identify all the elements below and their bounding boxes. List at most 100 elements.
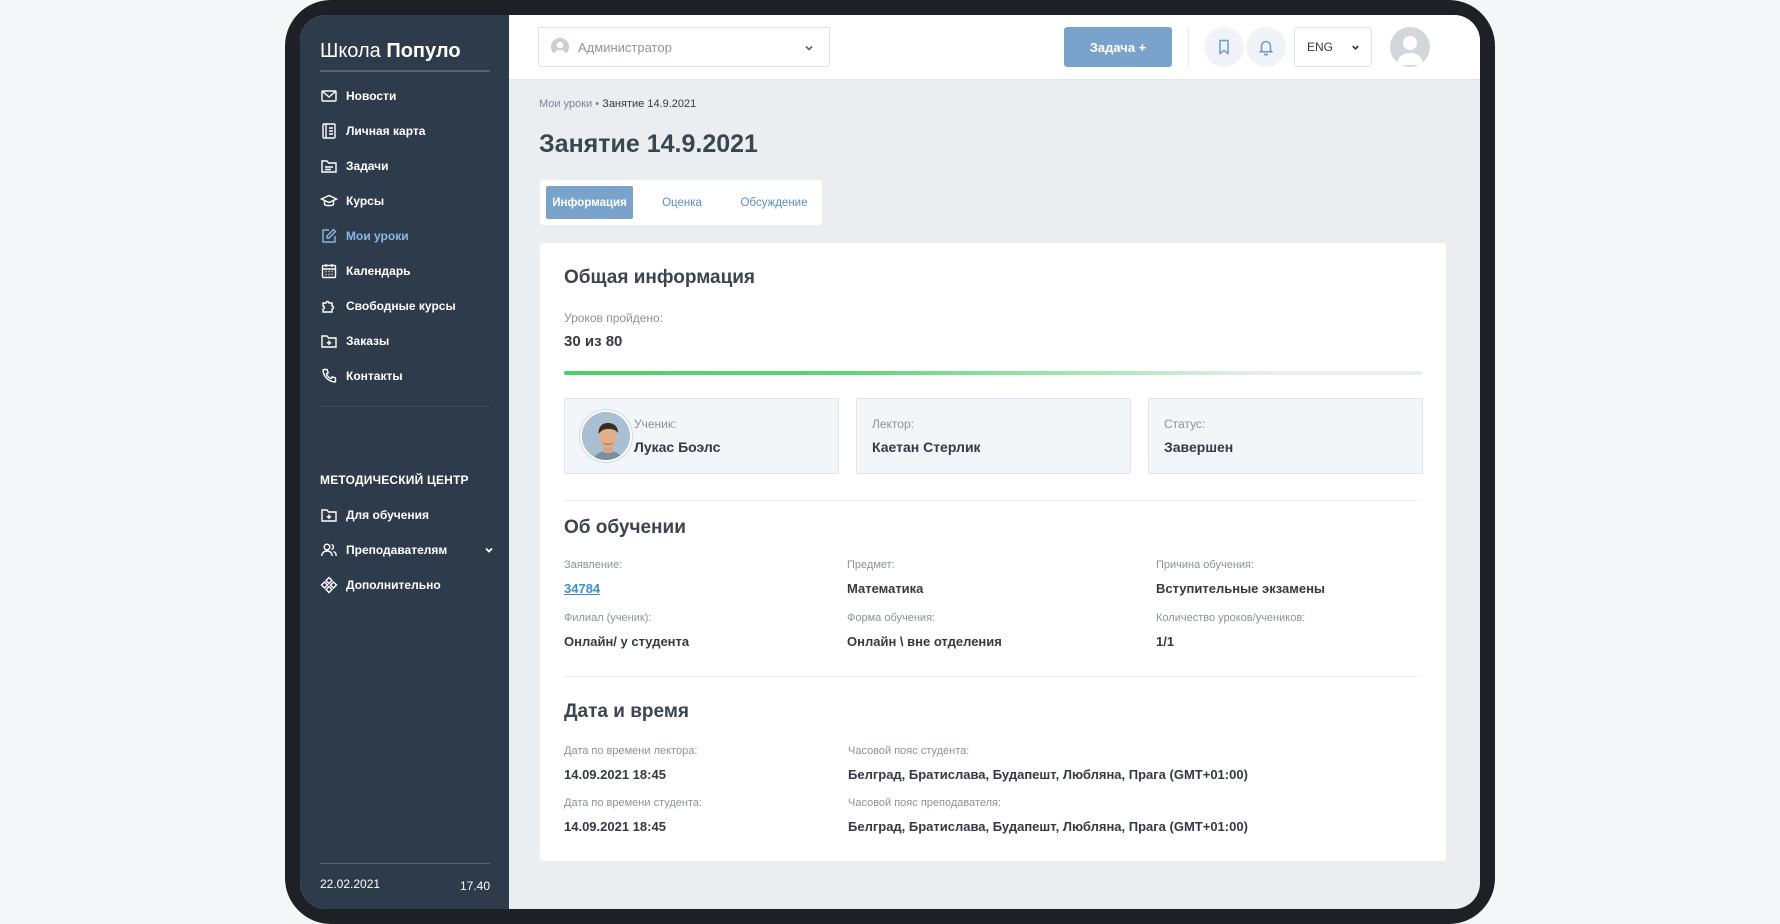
tab-grade[interactable]: Оценка: [644, 186, 720, 219]
bookmark-button[interactable]: [1204, 27, 1244, 67]
sidebar-section-title: МЕТОДИЧЕСКИЙ ЦЕНТР: [320, 473, 469, 487]
chevron-down-icon: [1352, 45, 1359, 51]
folder-plus-icon: [321, 509, 337, 522]
teacher-timezone-value: Белград, Братислава, Будапешт, Любляна, …: [848, 819, 1248, 834]
student-name: Лукас Боэлс: [634, 439, 721, 455]
tab-discussion[interactable]: Обсуждение: [732, 186, 816, 219]
notifications-button[interactable]: [1246, 27, 1286, 67]
sidebar-item-contacts[interactable]: Контакты: [320, 361, 495, 391]
sidebar-item-label: Контакты: [346, 369, 403, 383]
sidebar-item-tasks[interactable]: Задачи: [320, 151, 495, 181]
about-title: Об обучении: [564, 517, 686, 538]
mail-icon: [321, 90, 337, 102]
sidebar-item-for-teachers[interactable]: Преподавателям: [320, 535, 495, 565]
sidebar-item-label: Календарь: [346, 264, 411, 278]
sidebar-item-calendar[interactable]: Календарь: [320, 256, 495, 286]
lessons-passed-label: Уроков пройдено:: [564, 311, 664, 325]
status-value: Завершен: [1164, 439, 1234, 455]
phone-icon: [322, 368, 337, 383]
tabs: Информация Оценка Обсуждение: [540, 180, 822, 225]
id-card-icon: [322, 123, 336, 139]
section-divider: [564, 676, 1422, 677]
sidebar-item-label: Для обучения: [346, 508, 430, 522]
lesson-card: Общая информация Уроков пройдено: 30 из …: [540, 243, 1446, 861]
breadcrumb: Мои уроки • Занятие 14.9.2021: [539, 98, 696, 110]
sidebar-item-label: Дополнительно: [346, 578, 441, 592]
sidebar-item-free-courses[interactable]: Свободные курсы: [320, 291, 495, 321]
status-box: Статус: Завершен: [1148, 398, 1423, 474]
folder-icon: [321, 160, 337, 173]
lecturer-label: Лектор:: [872, 417, 914, 431]
application-number[interactable]: 34784: [564, 581, 600, 596]
lessons-passed-value: 30 из 80: [564, 333, 623, 350]
student-timezone-value: Белград, Братислава, Будапешт, Любляна, …: [848, 767, 1248, 782]
sidebar-divider: [320, 406, 490, 407]
teacher-timezone-label: Часовой пояс преподавателя:: [848, 797, 1002, 809]
puzzle-icon: [322, 300, 335, 313]
sidebar-item-news[interactable]: Новости: [320, 81, 495, 111]
users-icon: [321, 543, 337, 557]
lecturer-name: Каетан Стерлик: [872, 439, 981, 455]
logo-regular: Школа: [320, 40, 381, 62]
subject-value: Математика: [847, 581, 924, 596]
student-date-value: 14.09.2021 18:45: [564, 819, 666, 834]
sidebar-divider: [320, 863, 490, 864]
reason-label: Причина обучения:: [1156, 559, 1255, 571]
sidebar-item-for-learning[interactable]: Для обучения: [320, 500, 495, 530]
sidebar-divider: [320, 70, 490, 72]
sidebar-item-personal-card[interactable]: Личная карта: [320, 116, 495, 146]
lecturer-box: Лектор: Каетан Стерлик: [856, 398, 1131, 474]
student-label: Ученик:: [634, 417, 677, 431]
sidebar-item-courses[interactable]: Курсы: [320, 186, 495, 216]
chevron-down-icon: [805, 45, 813, 51]
application-link[interactable]: 34784: [564, 581, 600, 596]
status-label: Статус:: [1164, 417, 1206, 431]
role-select[interactable]: Администратор: [538, 27, 830, 67]
sidebar-item-label: Заказы: [346, 334, 390, 348]
general-info-title: Общая информация: [564, 267, 756, 288]
lecturer-date-value: 14.09.2021 18:45: [564, 767, 666, 782]
section-divider: [564, 500, 1422, 501]
sidebar-item-label: Преподавателям: [346, 543, 448, 557]
datetime-title: Дата и время: [564, 701, 689, 722]
bell-icon: [1258, 40, 1274, 56]
form-value: Онлайн \ вне отделения: [847, 634, 1002, 649]
app-screen: Школа Популо Новости Личная карта Задачи…: [300, 15, 1480, 909]
page-title: Занятие 14.9.2021: [539, 130, 758, 158]
user-avatar[interactable]: [1390, 27, 1430, 67]
role-select-value: Администратор: [578, 39, 672, 55]
add-task-button[interactable]: Задача +: [1064, 27, 1172, 67]
logo[interactable]: Школа Популо: [320, 40, 461, 63]
user-icon: [1397, 36, 1423, 65]
student-avatar[interactable]: [580, 410, 632, 462]
reason-value: Вступительные экзамены: [1156, 581, 1326, 596]
sidebar-item-additional[interactable]: Дополнительно: [320, 570, 495, 600]
calendar-icon: [321, 264, 337, 279]
form-label: Форма обучения:: [847, 612, 936, 624]
sidebar-item-orders[interactable]: Заказы: [320, 326, 495, 356]
language-select[interactable]: ENG: [1294, 27, 1372, 67]
language-value: ENG: [1307, 40, 1334, 54]
sidebar-item-label: Новости: [346, 89, 397, 103]
sidebar: Школа Популо Новости Личная карта Задачи…: [300, 15, 509, 909]
logo-bold: Популо: [386, 40, 461, 62]
student-date-label: Дата по времени студента:: [564, 797, 703, 809]
bookmark-icon: [1219, 39, 1229, 55]
diamond-grid-icon: [320, 576, 338, 594]
count-value: 1/1: [1156, 634, 1175, 649]
sidebar-time: 17.40: [459, 879, 490, 893]
edit-icon: [322, 228, 337, 243]
tab-information[interactable]: Информация: [546, 186, 633, 219]
tablet-frame: Школа Популо Новости Личная карта Задачи…: [285, 0, 1495, 924]
sidebar-item-my-lessons[interactable]: Мои уроки: [320, 221, 495, 251]
branch-label: Филиал (ученик):: [564, 612, 652, 624]
sidebar-item-label: Курсы: [346, 194, 385, 208]
sidebar-item-label: Задачи: [346, 159, 389, 173]
sidebar-date: 22.02.2021: [320, 877, 381, 891]
breadcrumb-link-my-lessons[interactable]: Мои уроки: [539, 98, 592, 110]
subject-label: Предмет:: [847, 559, 895, 571]
folder-plus-icon: [321, 335, 337, 348]
graduation-cap-icon: [320, 194, 338, 207]
sidebar-item-label: Мои уроки: [346, 229, 409, 243]
role-avatar-icon: [551, 38, 569, 56]
